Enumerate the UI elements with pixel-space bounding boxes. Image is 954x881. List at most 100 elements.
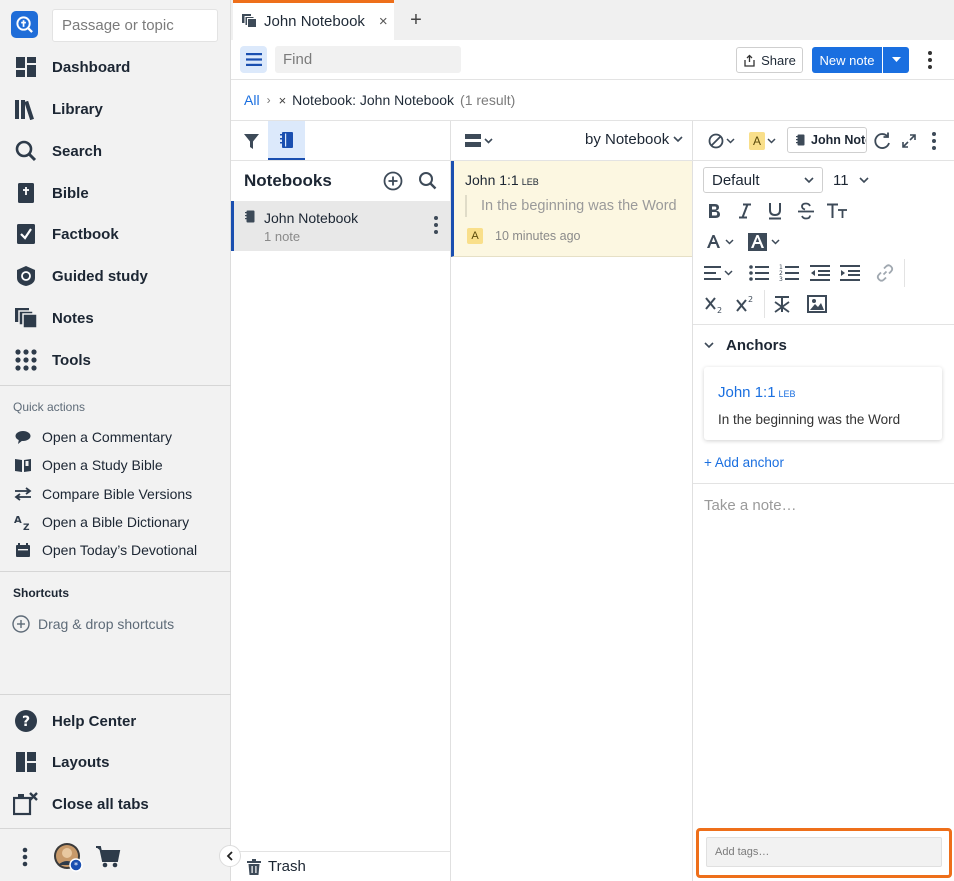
nav-library[interactable]: Library bbox=[0, 89, 231, 129]
share-button[interactable]: Share bbox=[736, 47, 803, 73]
find-input[interactable] bbox=[275, 46, 461, 73]
logos-logo-icon[interactable] bbox=[11, 11, 38, 38]
nav-dashboard[interactable]: Dashboard bbox=[0, 47, 231, 87]
result-count: (1 result) bbox=[460, 92, 516, 108]
qa-open-devotional[interactable]: Open Today’s Devotional bbox=[0, 536, 231, 564]
share-label: Share bbox=[761, 52, 796, 68]
divider bbox=[693, 324, 954, 325]
shortcuts-hint: Drag & drop shortcuts bbox=[38, 616, 175, 632]
new-note-button[interactable]: New note bbox=[812, 47, 882, 73]
notebook-chip[interactable]: John Notebook bbox=[787, 127, 867, 153]
qa-compare-versions[interactable]: Compare Bible Versions bbox=[0, 480, 231, 508]
breadcrumb-all-link[interactable]: All bbox=[244, 92, 260, 108]
factbook-icon bbox=[0, 223, 52, 245]
font-color-button[interactable] bbox=[705, 231, 739, 253]
tags-field-highlight bbox=[696, 828, 952, 878]
clear-formatting-icon[interactable] bbox=[770, 293, 794, 315]
superscript-icon[interactable]: 2 bbox=[734, 293, 758, 315]
nav-close-all-tabs[interactable]: Close all tabs bbox=[0, 784, 231, 824]
search-notebooks-icon[interactable] bbox=[418, 171, 440, 193]
qa-label: Open a Commentary bbox=[42, 429, 172, 445]
tab-title: John Notebook bbox=[264, 13, 365, 30]
filter-icon[interactable] bbox=[240, 130, 262, 152]
user-avatar[interactable]: * bbox=[53, 842, 83, 872]
add-circle-icon bbox=[0, 615, 38, 633]
nav-bible[interactable]: Bible bbox=[0, 173, 231, 213]
add-tags-input[interactable] bbox=[706, 837, 942, 867]
align-button[interactable] bbox=[703, 262, 739, 284]
notebook-list-item[interactable]: John Notebook 1 note bbox=[231, 201, 450, 251]
sort-dropdown[interactable]: by Notebook bbox=[585, 131, 683, 148]
new-note-dropdown-button[interactable] bbox=[883, 47, 909, 73]
tab-bar: John Notebook × + bbox=[231, 0, 954, 40]
anchor-card[interactable]: John 1:1 LEB In the beginning was the Wor… bbox=[704, 367, 942, 440]
more-vertical-icon[interactable] bbox=[433, 215, 443, 237]
add-tab-button[interactable]: + bbox=[404, 8, 428, 32]
nav-search[interactable]: Search bbox=[0, 131, 231, 171]
tab-john-notebook[interactable]: John Notebook × bbox=[233, 0, 394, 40]
note-list-item[interactable]: John 1:1 LEB In the beginning was the Wor… bbox=[451, 161, 692, 257]
nav-notes[interactable]: Notes bbox=[0, 298, 231, 338]
chevron-down-icon bbox=[767, 138, 776, 144]
more-vertical-icon[interactable] bbox=[17, 845, 33, 869]
divider bbox=[904, 259, 905, 287]
breadcrumb: All › × Notebook: John Notebook (1 resul… bbox=[231, 80, 954, 121]
svg-text:2: 2 bbox=[748, 295, 753, 304]
outdent-icon[interactable] bbox=[808, 262, 832, 284]
insert-image-icon[interactable] bbox=[805, 293, 829, 315]
underline-icon[interactable] bbox=[764, 200, 786, 222]
anchors-section-toggle[interactable]: Anchors bbox=[704, 337, 787, 354]
remove-filter-icon[interactable]: × bbox=[279, 93, 287, 108]
bold-icon[interactable] bbox=[703, 200, 725, 222]
notebooks-tab[interactable] bbox=[268, 121, 305, 161]
notebook-chip-label: John Notebook bbox=[811, 133, 866, 147]
panel-menu-button[interactable] bbox=[240, 46, 267, 73]
nav-tools[interactable]: Tools bbox=[0, 340, 231, 380]
notes-list-pane: by Notebook John 1:1 LEB In the beginning… bbox=[451, 121, 693, 881]
expand-icon[interactable] bbox=[899, 130, 919, 152]
anchor-reference-link[interactable]: John 1:1 LEB bbox=[718, 384, 796, 401]
dashboard-icon bbox=[0, 56, 52, 78]
highlight-style-button[interactable]: A bbox=[747, 130, 779, 152]
nav-layouts[interactable]: Layouts bbox=[0, 742, 231, 782]
close-tab-icon[interactable]: × bbox=[379, 13, 388, 30]
bullet-list-icon[interactable] bbox=[747, 262, 771, 284]
nav-label: Close all tabs bbox=[52, 795, 149, 813]
nav-help-center[interactable]: ? Help Center bbox=[0, 701, 231, 741]
indent-icon[interactable] bbox=[838, 262, 862, 284]
anchor-reference: John 1:1 bbox=[718, 384, 776, 401]
nav-label: Library bbox=[52, 100, 103, 118]
qa-open-study-bible[interactable]: Open a Study Bible bbox=[0, 451, 231, 479]
qa-open-commentary[interactable]: Open a Commentary bbox=[0, 423, 231, 451]
text-case-icon[interactable] bbox=[825, 200, 849, 222]
sort-label: by Notebook bbox=[585, 131, 670, 148]
passage-search-input[interactable] bbox=[52, 9, 218, 42]
italic-icon[interactable] bbox=[734, 200, 756, 222]
toolbar-more-button[interactable] bbox=[921, 48, 939, 72]
numbered-list-icon[interactable]: 123 bbox=[777, 262, 801, 284]
notebooks-title: Notebooks bbox=[244, 171, 332, 190]
strikethrough-icon[interactable] bbox=[795, 200, 817, 222]
paragraph-style-select[interactable]: Default bbox=[703, 167, 823, 193]
view-mode-button[interactable] bbox=[464, 131, 496, 151]
version-badge: LEB bbox=[778, 389, 796, 399]
collapse-sidebar-button[interactable] bbox=[219, 845, 241, 867]
trash-button[interactable]: Trash bbox=[231, 851, 450, 881]
note-body-editor[interactable]: Take a note… bbox=[704, 497, 797, 514]
clear-style-button[interactable] bbox=[707, 131, 739, 151]
nav-guided-study[interactable]: Guided study bbox=[0, 256, 231, 296]
shortcuts-drop-zone[interactable]: Drag & drop shortcuts bbox=[0, 610, 231, 638]
qa-open-dictionary[interactable]: AZ Open a Bible Dictionary bbox=[0, 508, 231, 536]
cart-icon[interactable] bbox=[95, 845, 121, 869]
editor-more-button[interactable] bbox=[928, 130, 940, 152]
svg-text:2: 2 bbox=[717, 306, 722, 313]
link-icon[interactable] bbox=[873, 262, 897, 284]
font-size-select[interactable]: 11 bbox=[831, 167, 871, 193]
add-notebook-icon[interactable] bbox=[383, 171, 405, 193]
sync-icon[interactable] bbox=[871, 130, 893, 152]
subscript-icon[interactable]: 2 bbox=[703, 293, 727, 315]
nav-factbook[interactable]: Factbook bbox=[0, 214, 231, 254]
highlight-color-button[interactable] bbox=[748, 231, 784, 253]
notebook-name: John Notebook bbox=[264, 210, 359, 226]
add-anchor-link[interactable]: + Add anchor bbox=[704, 455, 784, 470]
